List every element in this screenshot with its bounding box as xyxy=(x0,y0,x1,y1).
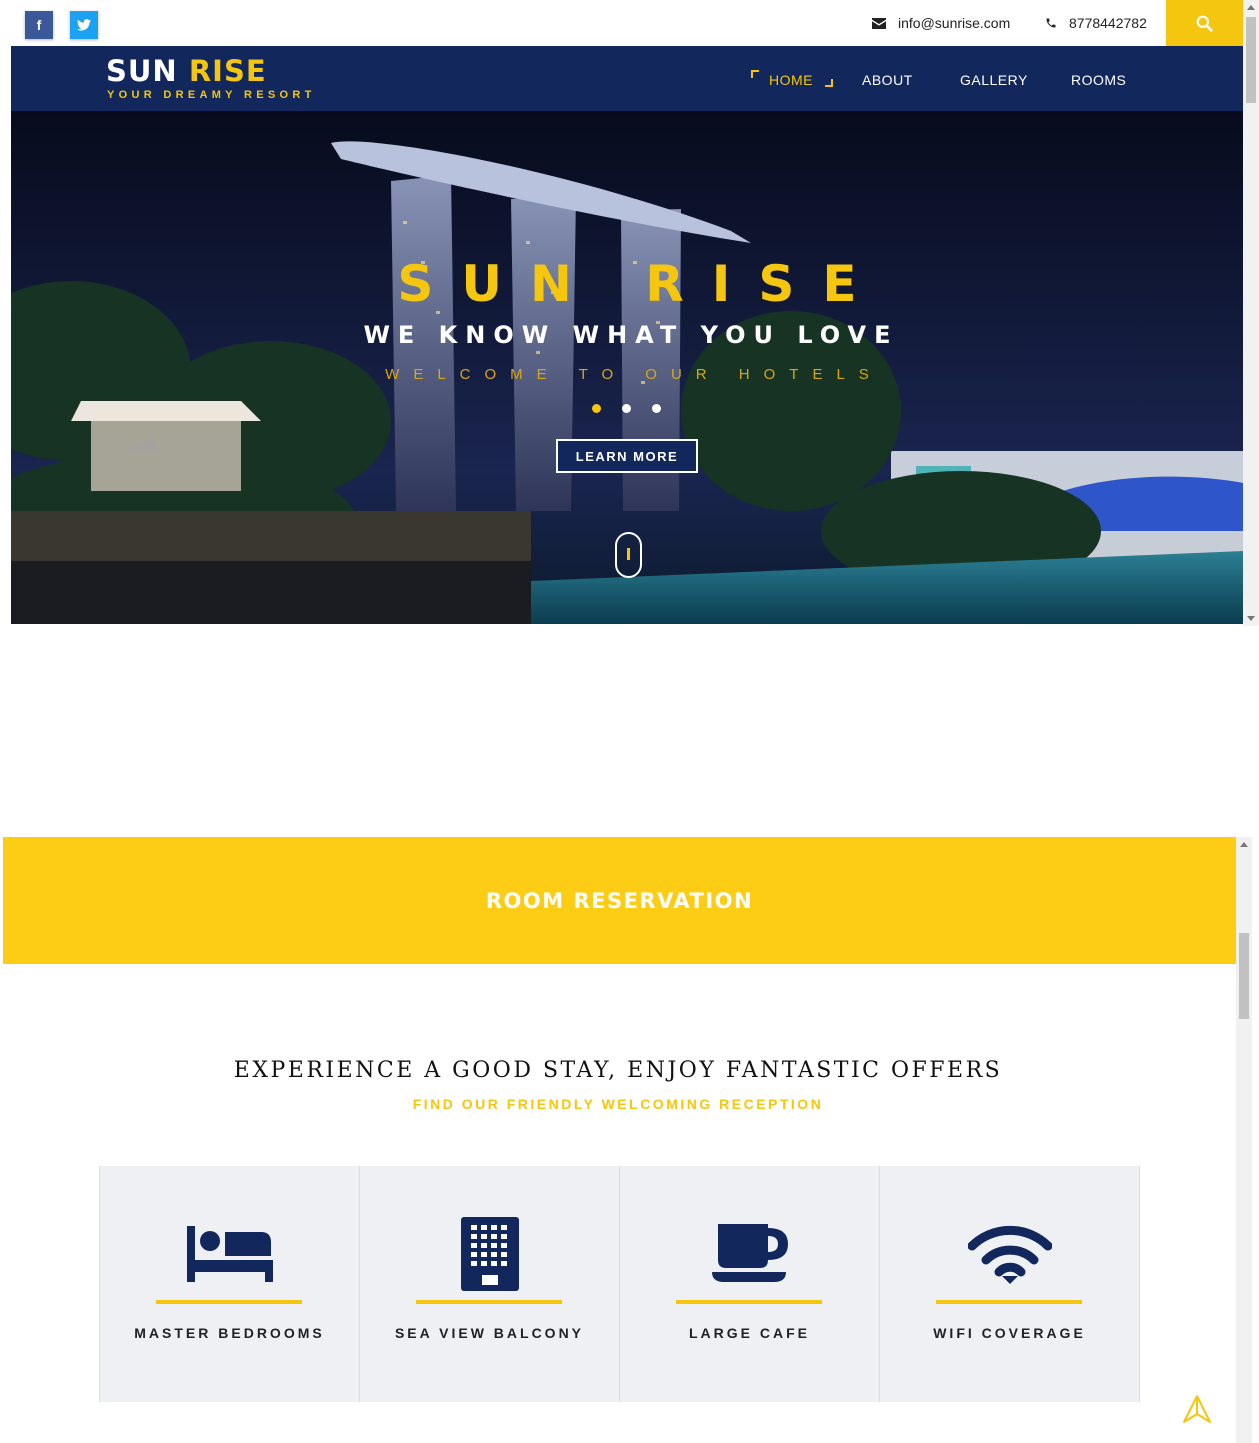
feature-underline xyxy=(416,1300,562,1304)
hero-title: SUN RISE xyxy=(397,255,885,313)
offers-title: EXPERIENCE A GOOD STAY, ENJOY FANTASTIC … xyxy=(233,1058,1003,1083)
offers-subtitle: FIND OUR FRIENDLY WELCOMING RECEPTION xyxy=(412,1096,824,1112)
nav-home[interactable]: HOME xyxy=(769,72,813,88)
brand-tagline: YOUR DREAMY RESORT xyxy=(107,89,316,101)
brand-logo[interactable]: SUN RISE xyxy=(106,54,267,88)
hero-tagline: WE KNOW WHAT YOU LOVE xyxy=(363,321,899,349)
room-reservation-label: ROOM RESERVATION xyxy=(485,888,754,913)
feature-label: LARGE CAFE xyxy=(689,1325,810,1341)
nav-about[interactable]: ABOUT xyxy=(862,72,913,88)
phone-text: 8778442782 xyxy=(1069,15,1147,31)
feature-card: LARGE CAFE xyxy=(620,1166,880,1402)
email-contact[interactable]: info@sunrise.com xyxy=(872,15,1010,31)
learn-more-button[interactable]: LEARN MORE xyxy=(556,439,698,473)
room-reservation-banner[interactable]: ROOM RESERVATION xyxy=(3,837,1236,964)
search-icon xyxy=(1196,15,1213,32)
slider-dot-2[interactable] xyxy=(622,404,631,413)
main-navbar: SUN RISE YOUR DREAMY RESORT HOME ABOUT G… xyxy=(11,46,1243,111)
twitter-icon[interactable] xyxy=(70,11,98,39)
nav-rooms[interactable]: ROOMS xyxy=(1071,72,1126,88)
email-text: info@sunrise.com xyxy=(898,15,1011,31)
scroll-down-icon[interactable] xyxy=(615,532,642,578)
hero-slider: SUN RISE WE KNOW WHAT YOU LOVE WELCOME T… xyxy=(11,111,1243,624)
feature-label: SEA VIEW BALCONY xyxy=(394,1325,585,1341)
nav-gallery[interactable]: GALLERY xyxy=(960,72,1028,88)
facebook-icon[interactable]: f xyxy=(25,11,53,39)
slider-dot-1[interactable] xyxy=(592,404,601,413)
hero-welcome: WELCOME TO OUR HOTELS xyxy=(385,366,883,383)
feature-label: MASTER BEDROOMS xyxy=(134,1325,325,1341)
feature-card: SEA VIEW BALCONY xyxy=(360,1166,620,1402)
nav-active-bracket-right xyxy=(825,79,833,87)
phone-icon xyxy=(1046,18,1056,28)
scroll-down-arrow-icon[interactable] xyxy=(1247,616,1255,621)
envelope-icon xyxy=(872,17,886,29)
hero-frame: f info@sunrise.com 8778442782 SUN RISE Y… xyxy=(0,0,1259,626)
nav-active-bracket-left xyxy=(751,70,759,78)
scrollbar-thumb[interactable] xyxy=(1239,933,1249,1019)
feature-underline xyxy=(936,1300,1082,1304)
scroll-up-arrow-icon[interactable] xyxy=(1247,5,1255,10)
slider-dot-3[interactable] xyxy=(652,404,661,413)
brand-name-part1: SUN xyxy=(106,54,178,88)
features-grid: MASTER BEDROOMS SEA VIEW BALCONY LARGE C… xyxy=(99,1166,1140,1402)
scroll-up-arrow-icon[interactable] xyxy=(1240,842,1248,847)
feature-label: WIFI COVERAGE xyxy=(933,1325,1086,1341)
feature-underline xyxy=(676,1300,822,1304)
slider-dots xyxy=(592,404,661,413)
scrollbar[interactable] xyxy=(1236,837,1252,1443)
brand-name-part2: RISE xyxy=(188,54,267,88)
building-icon xyxy=(445,1216,535,1292)
scrollbar-thumb[interactable] xyxy=(1246,17,1256,103)
feature-card: WIFI COVERAGE xyxy=(880,1166,1140,1402)
feature-underline xyxy=(156,1300,302,1304)
coffee-cup-icon xyxy=(705,1216,795,1292)
back-to-top-icon[interactable] xyxy=(1181,1393,1213,1425)
feature-card: MASTER BEDROOMS xyxy=(99,1166,360,1402)
top-bar: f info@sunrise.com 8778442782 xyxy=(0,0,1243,46)
wifi-icon xyxy=(965,1216,1055,1292)
phone-contact[interactable]: 8778442782 xyxy=(1045,15,1147,31)
scrollbar[interactable] xyxy=(1243,0,1259,626)
search-button[interactable] xyxy=(1166,0,1243,46)
bed-icon xyxy=(185,1216,275,1292)
